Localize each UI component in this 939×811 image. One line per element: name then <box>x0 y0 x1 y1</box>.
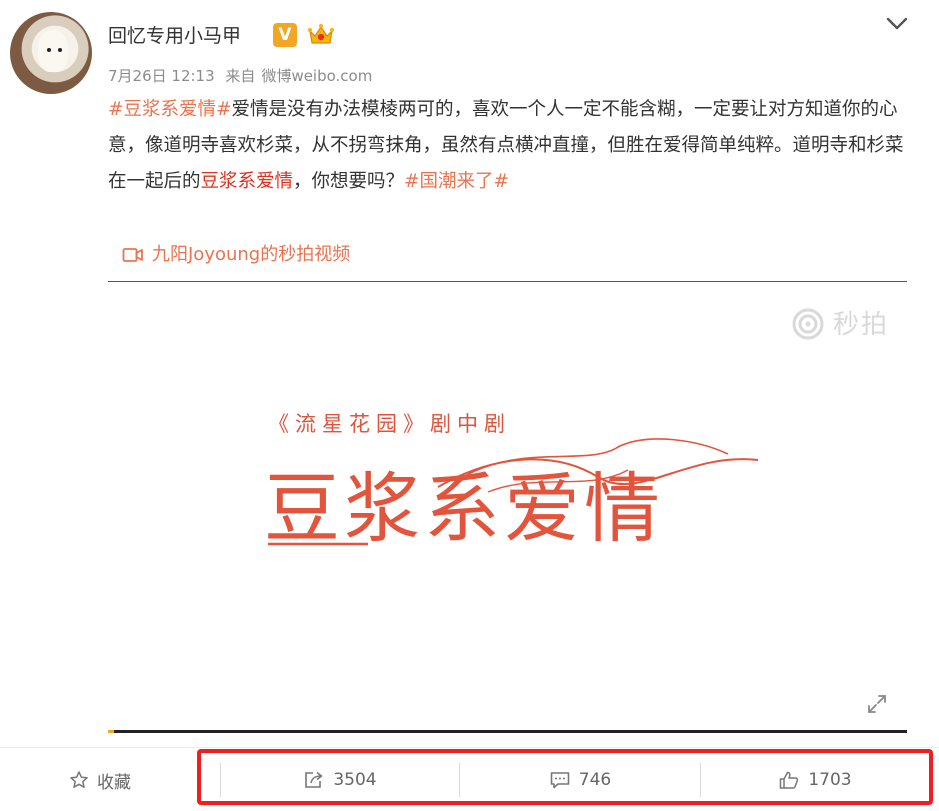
star-icon <box>70 771 88 788</box>
post-date[interactable]: 7月26日 12:13 <box>108 67 215 85</box>
post-source[interactable]: 微博weibo.com <box>261 67 372 85</box>
post-text: #豆浆系爱情#爱情是没有办法模棱两可的，喜欢一个人一定不能含糊，一定要让对方知道… <box>108 92 908 200</box>
crown-icon <box>308 24 334 44</box>
verified-badge: V <box>273 23 297 47</box>
topic-link[interactable]: #国潮来了# <box>404 171 509 192</box>
weibo-post-card: 回忆专用小马甲 V 7月26日 12:13 来自 微博weibo.com #豆浆系… <box>0 0 939 811</box>
like-button[interactable]: 1703 <box>701 760 929 800</box>
watermark-text: 秒拍 <box>832 310 889 340</box>
username[interactable]: 回忆专用小马甲 <box>108 21 241 48</box>
repost-button[interactable]: 3504 <box>221 760 459 800</box>
source-prefix: 来自 <box>225 67 256 85</box>
video-link[interactable]: 九阳Joyoung的秒拍视频 <box>122 240 350 266</box>
video-progress-bar[interactable] <box>108 730 907 733</box>
like-count: 1703 <box>808 770 852 790</box>
keyword-link[interactable]: 豆浆系爱情 <box>201 171 294 192</box>
comment-count: 746 <box>578 770 612 790</box>
avatar-eye <box>58 48 62 52</box>
video-player[interactable]: 秒拍 《流星花园》剧中剧 豆浆系爱情 <box>108 282 907 730</box>
video-camera-icon <box>122 248 143 262</box>
post-meta: 7月26日 12:13 来自 微博weibo.com <box>108 65 378 86</box>
like-icon <box>780 771 799 789</box>
comment-icon <box>550 772 570 789</box>
action-bar-divider <box>0 747 939 748</box>
video-title: 豆浆系爱情 <box>264 464 664 553</box>
avatar-face <box>38 30 68 72</box>
favorite-label: 收藏 <box>97 772 131 793</box>
video-link-label: 九阳Joyoung的秒拍视频 <box>152 244 351 265</box>
fullscreen-icon[interactable] <box>865 692 889 716</box>
post-body-end: ，你想要吗？ <box>293 171 405 192</box>
video-progress-fill <box>108 730 115 733</box>
miaopai-logo-icon <box>792 308 824 340</box>
avatar[interactable] <box>10 12 92 94</box>
miaopai-watermark: 秒拍 <box>791 304 889 341</box>
comment-button[interactable]: 746 <box>460 760 700 800</box>
topic-link[interactable]: #豆浆系爱情# <box>108 99 232 120</box>
chevron-down-icon[interactable] <box>884 14 910 34</box>
favorite-button[interactable]: 收藏 <box>40 760 160 800</box>
repost-count: 3504 <box>333 770 377 790</box>
repost-icon <box>305 771 323 788</box>
avatar-eye <box>47 48 51 52</box>
